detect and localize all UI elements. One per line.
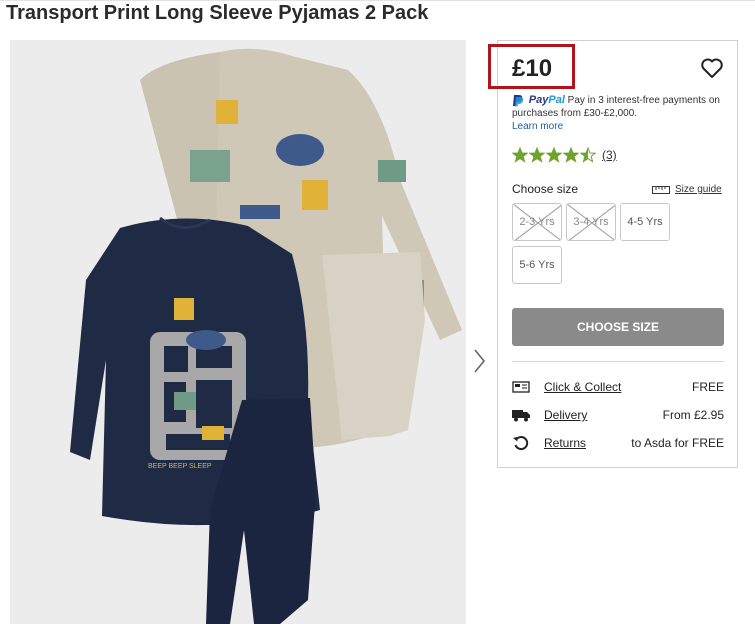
paypal-logo-icon — [513, 95, 524, 107]
unavailable-cross-icon — [513, 204, 561, 240]
top-divider — [0, 0, 755, 1]
product-price: £10 — [512, 55, 553, 82]
delivery-truck-icon — [512, 410, 530, 422]
paypal-wordmark: PayPal — [528, 94, 565, 106]
rating[interactable]: (3) — [512, 147, 617, 163]
ruler-icon — [652, 185, 670, 194]
service-delivery: Delivery From £2.95 — [512, 406, 724, 424]
size-option-4-5[interactable]: 4-5 Yrs — [620, 203, 670, 241]
choose-size-button[interactable]: CHOOSE SIZE — [512, 308, 724, 346]
service-returns: Returns to Asda for FREE — [512, 434, 724, 452]
click-collect-value: FREE — [691, 380, 724, 394]
paypal-learn-more-link[interactable]: Learn more — [512, 121, 563, 132]
navy-pyjama-illustration: BEEP BEEP SLEEP — [70, 216, 320, 624]
click-collect-link[interactable]: Click & Collect — [544, 380, 621, 394]
returns-link[interactable]: Returns — [544, 436, 586, 450]
size-option-5-6[interactable]: 5-6 Yrs — [512, 246, 562, 284]
print-text: BEEP BEEP SLEEP — [148, 463, 212, 470]
next-image-chevron-icon[interactable] — [470, 346, 490, 376]
purchase-panel: £10 PayPal Pay in 3 interest-free paymen… — [488, 40, 738, 468]
wishlist-heart-icon[interactable] — [700, 57, 724, 79]
size-option-3-4[interactable]: 3-4 Yrs — [566, 203, 616, 241]
divider — [512, 361, 724, 362]
delivery-value: From £2.95 — [662, 408, 724, 422]
paypal-pay-in-3: PayPal Pay in 3 interest-free payments o… — [512, 94, 734, 133]
product-image[interactable]: BEEP BEEP SLEEP — [10, 40, 466, 624]
delivery-link[interactable]: Delivery — [544, 408, 587, 422]
click-collect-icon — [512, 381, 530, 393]
size-option-2-3[interactable]: 2-3 Yrs — [512, 203, 562, 241]
unavailable-cross-icon — [567, 204, 615, 240]
choose-size-heading: Choose size — [512, 182, 579, 196]
returns-icon — [513, 436, 529, 451]
service-click-collect: Click & Collect FREE — [512, 378, 724, 396]
star-icon — [580, 147, 596, 163]
star-icon — [563, 147, 579, 163]
star-icon — [512, 147, 528, 163]
product-title: Transport Print Long Sleeve Pyjamas 2 Pa… — [6, 2, 429, 24]
star-rating — [512, 147, 597, 163]
star-icon — [546, 147, 562, 163]
review-count-link[interactable]: (3) — [602, 148, 617, 162]
returns-value: to Asda for FREE — [631, 436, 724, 450]
size-guide-link[interactable]: Size guide — [652, 184, 722, 195]
star-icon — [529, 147, 545, 163]
